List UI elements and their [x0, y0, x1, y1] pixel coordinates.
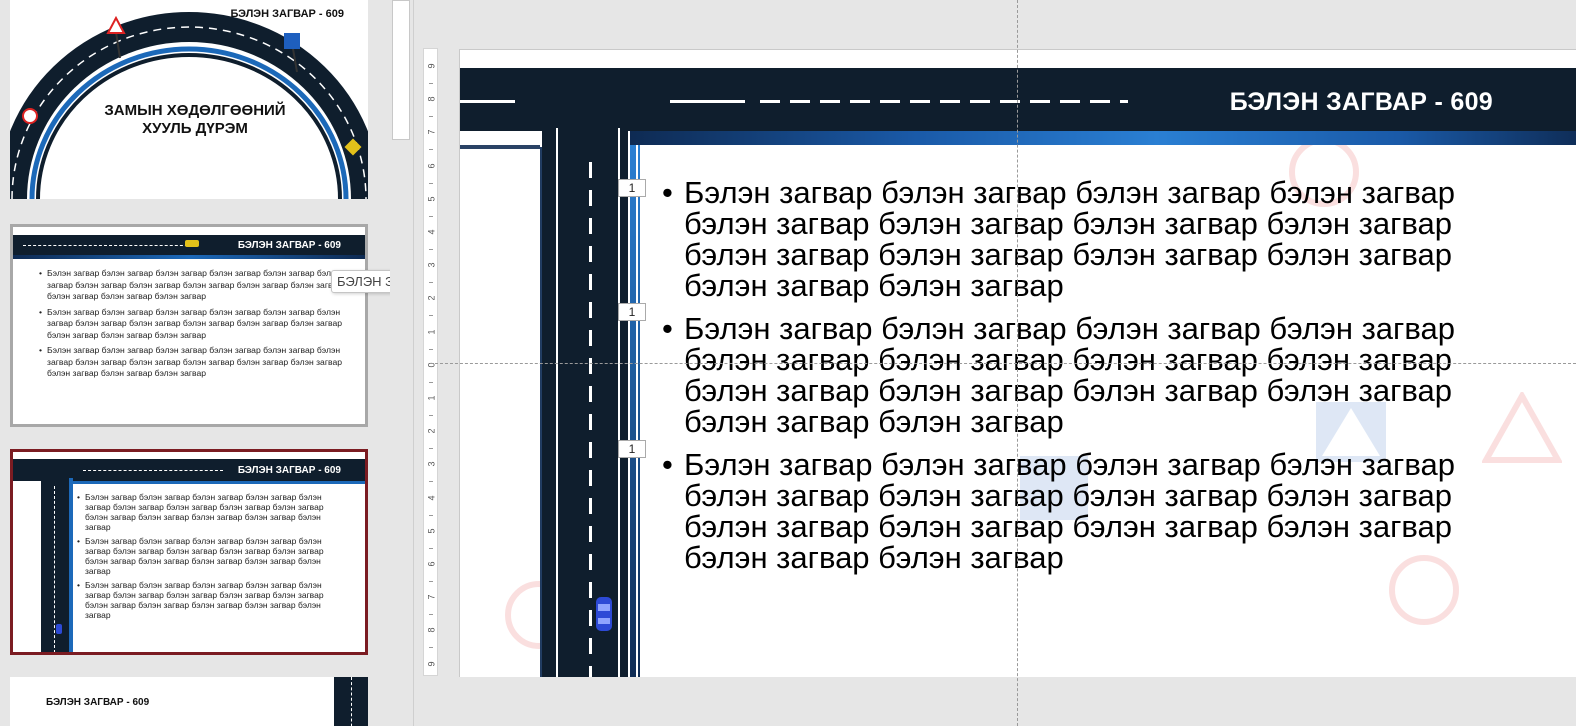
slide-thumbnail-2[interactable]: БЭЛЭН ЗАГВАР - 609 Бэлэн загвар бэлэн за…: [10, 224, 368, 427]
thumbnail-3-road-dash: [83, 470, 223, 471]
thumbnail-3-car-icon: [56, 624, 62, 634]
thumbnail-3-blue-line: [73, 481, 365, 484]
road-edge-line: [618, 128, 620, 677]
slide-tooltip: БЭЛЭН ЗАГВАР - 609: [331, 270, 390, 293]
thumbnail-2-blue-line: [13, 255, 365, 259]
ruler-tick-label: 5: [426, 196, 437, 202]
thumbnail-4-road-dash: [351, 677, 352, 726]
ruler-tick-label: 4: [426, 229, 437, 235]
ruler-minor-tick: [429, 83, 433, 84]
thumbnail-4-header: БЭЛЭН ЗАГВАР - 609: [46, 697, 150, 708]
ruler-tick-label: 1: [426, 395, 437, 401]
ruler-minor-tick: [429, 381, 433, 383]
slide-bullet[interactable]: Бэлэн загвар бэлэн загвар бэлэн загвар б…: [662, 449, 1542, 573]
left-road-strip: [460, 145, 540, 149]
thumbnail-1-title-line1: ЗАМЫН ХӨДӨЛГӨӨНИЙ: [104, 102, 286, 119]
thumbnail-2-bullet: Бэлэн загвар бэлэн загвар бэлэн загвар б…: [39, 307, 343, 342]
thumbnail-2-bullet: Бэлэн загвар бэлэн загвар бэлэн загвар б…: [39, 345, 343, 380]
slide-thumbnail-4[interactable]: БЭЛЭН ЗАГВАР - 609: [10, 677, 368, 726]
ruler-tick-label: 6: [426, 561, 437, 567]
slide-title[interactable]: БЭЛЭН ЗАГВАР - 609: [1230, 88, 1493, 117]
ruler-minor-tick: [429, 149, 433, 151]
road-dash: [670, 100, 745, 103]
ruler-tick-label: 2: [426, 428, 437, 434]
animation-order-tag[interactable]: 1: [618, 179, 646, 197]
ruler-tick-label: 7: [426, 594, 437, 600]
powerpoint-window: БЭЛЭН ЗАГВАР - 609 ЗАМЫН ХӨДӨЛГӨӨНИЙ ХУУ…: [0, 0, 1576, 726]
ruler-tick-label: 2: [426, 295, 437, 301]
thumbnail-3-vertical-road: [41, 478, 69, 652]
ruler-tick-label: 3: [426, 461, 437, 467]
ruler-minor-tick: [429, 415, 433, 416]
ruler-minor-tick: [429, 647, 433, 649]
slide-blue-line: [628, 131, 1576, 145]
thumbnail-1-title-line2: ХУУЛЬ ДҮРЭМ: [142, 120, 248, 137]
slide-content-textbox[interactable]: Бэлэн загвар бэлэн загвар бэлэн загвар б…: [662, 177, 1542, 585]
ruler-tick-label: 8: [426, 96, 437, 102]
ruler-tick-label: 9: [426, 661, 437, 667]
animation-order-tag[interactable]: 1: [618, 303, 646, 321]
ruler-tick-label: 5: [426, 528, 437, 534]
road-edge-line: [556, 128, 558, 677]
road-dash: [760, 100, 1128, 103]
thumbnail-2-bullets: Бэлэн загвар бэлэн загвар бэлэн загвар б…: [39, 268, 343, 384]
thumbnail-3-bullet: Бэлэн загвар бэлэн загвар бэлэн загвар б…: [77, 536, 347, 576]
thumbnails-scrollbar[interactable]: [390, 0, 414, 726]
ruler-tick-label: 3: [426, 262, 437, 268]
thumbnail-2-bullet: Бэлэн загвар бэлэн загвар бэлэн загвар б…: [39, 268, 343, 303]
slide-bullet[interactable]: Бэлэн загвар бэлэн загвар бэлэн загвар б…: [662, 313, 1542, 437]
ruler-tick-label: 8: [426, 627, 437, 633]
ruler-minor-tick: [429, 282, 433, 284]
ruler-minor-tick: [429, 481, 433, 483]
ruler-minor-tick: [429, 182, 433, 184]
ruler-minor-tick: [429, 448, 433, 450]
ruler-minor-tick: [429, 249, 433, 250]
slide-thumbnail-3-selected[interactable]: БЭЛЭН ЗАГВАР - 609 Бэлэн загвар бэлэн за…: [10, 449, 368, 655]
ruler-tick-label: 1: [426, 329, 437, 335]
thumbnail-3-road-dash-v: [54, 486, 55, 652]
vertical-road-dash: [589, 162, 592, 677]
thumbnail-3-header: БЭЛЭН ЗАГВАР - 609: [237, 465, 341, 476]
thumbnail-3-blue-side: [69, 478, 73, 652]
ruler-tick-label: 4: [426, 495, 437, 501]
vertical-ruler: 9 8 7 6 5 4 3 2 1 0 1 2 3 4 5 6 7 8 9: [423, 48, 438, 676]
thumbnail-2-road-dash: [23, 245, 193, 246]
road-edge-line: [636, 145, 638, 677]
ruler-minor-tick: [429, 215, 433, 217]
ruler-minor-tick: [429, 614, 433, 616]
slide-bullet[interactable]: Бэлэн загвар бэлэн загвар бэлэн загвар б…: [662, 177, 1542, 301]
thumbnail-1-header: БЭЛЭН ЗАГВАР - 609: [230, 8, 344, 20]
slide-thumbnails-pane: БЭЛЭН ЗАГВАР - 609 ЗАМЫН ХӨДӨЛГӨӨНИЙ ХУУ…: [0, 0, 390, 726]
car-icon: [596, 597, 612, 631]
ruler-minor-tick: [429, 547, 433, 549]
ruler-tick-label: 7: [426, 129, 437, 135]
arch-road-graphic: [10, 12, 368, 199]
ruler-tick-label: 0: [426, 362, 437, 368]
ruler-minor-tick: [429, 315, 433, 317]
slide-thumbnail-1[interactable]: БЭЛЭН ЗАГВАР - 609 ЗАМЫН ХӨДӨЛГӨӨНИЙ ХУУ…: [10, 0, 368, 199]
ruler-tick-label: 6: [426, 163, 437, 169]
road-dash: [460, 100, 515, 103]
thumbnail-1-title: ЗАМЫН ХӨДӨЛГӨӨНИЙ ХУУЛЬ ДҮРЭМ: [70, 102, 320, 138]
thumbnail-3-bullet: Бэлэн загвар бэлэн загвар бэлэн загвар б…: [77, 580, 347, 620]
road-edge-line: [628, 131, 630, 677]
ruler-tick-label: 9: [426, 63, 437, 69]
thumbnail-3-bullet: Бэлэн загвар бэлэн загвар бэлэн загвар б…: [77, 492, 347, 532]
animation-order-tag[interactable]: 1: [618, 440, 646, 458]
horizontal-guide[interactable]: [430, 363, 1576, 364]
thumbnail-3-bullets: Бэлэн загвар бэлэн загвар бэлэн загвар б…: [77, 492, 347, 624]
thumbnail-2-header: БЭЛЭН ЗАГВАР - 609: [237, 240, 341, 251]
ruler-minor-tick: [429, 116, 433, 118]
ruler-minor-tick: [429, 348, 433, 350]
ruler-minor-tick: [429, 581, 433, 582]
thumbnail-2-car-icon: [185, 240, 199, 247]
ruler-minor-tick: [429, 514, 433, 516]
thumbnails-scrollbar-thumb[interactable]: [392, 0, 410, 140]
